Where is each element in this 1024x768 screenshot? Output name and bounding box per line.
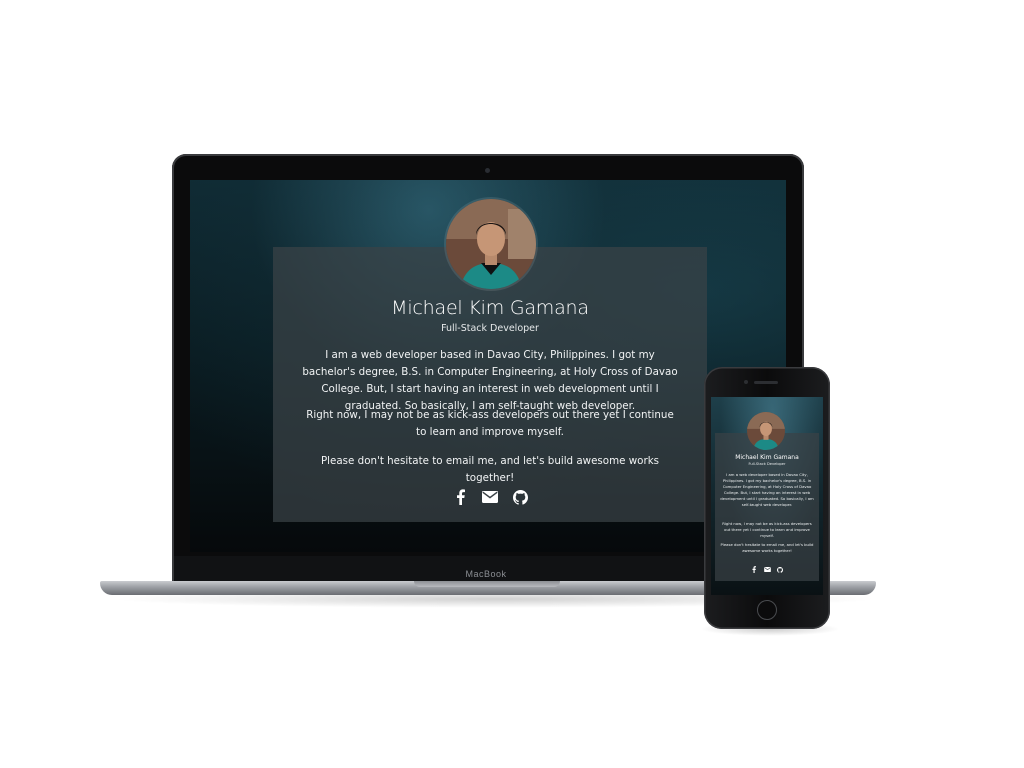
laptop-brand-label: MacBook — [465, 569, 507, 579]
github-icon[interactable] — [777, 566, 784, 573]
bio-paragraph: Right now, I may not be as kick-ass deve… — [306, 409, 674, 438]
social-links — [273, 489, 707, 505]
bio-paragraph: I am a web developer based in Davao City… — [302, 349, 678, 412]
mobile-profile-name: Michael Kim Gamana — [735, 454, 799, 461]
mobile-profile-card: Michael Kim Gamana Full-Stack Developer … — [715, 433, 819, 581]
mobile-bio-paragraph: I am a web developer based in Davao City… — [720, 472, 814, 507]
phone-screen: Michael Kim Gamana Full-Stack Developer … — [711, 397, 823, 595]
mobile-avatar — [747, 412, 785, 450]
email-icon[interactable] — [482, 489, 498, 505]
phone-camera — [744, 380, 748, 384]
laptop-screen: Michael Kim Gamana Full-Stack Developer … — [190, 180, 786, 552]
laptop-notch — [414, 581, 560, 587]
bio-paragraph: Please don't hesitate to email me, and l… — [320, 455, 660, 484]
mobile-bio-paragraph: Please don't hesitate to email me, and l… — [720, 542, 814, 553]
avatar — [444, 197, 538, 291]
phone-speaker — [754, 381, 778, 384]
profile-role: Full-Stack Developer — [441, 323, 539, 334]
mobile-bio-paragraph: Right now, I may not be as kick-ass deve… — [722, 521, 812, 538]
laptop-camera — [485, 168, 490, 173]
profile-name: Michael Kim Gamana — [391, 297, 589, 319]
mobile-profile-role: Full-Stack Developer — [748, 462, 786, 466]
mobile-social-links — [715, 566, 819, 573]
facebook-icon[interactable] — [452, 489, 468, 505]
email-icon[interactable] — [763, 566, 771, 573]
phone-home-button — [757, 600, 777, 620]
facebook-icon[interactable] — [751, 566, 758, 573]
github-icon[interactable] — [512, 489, 528, 505]
